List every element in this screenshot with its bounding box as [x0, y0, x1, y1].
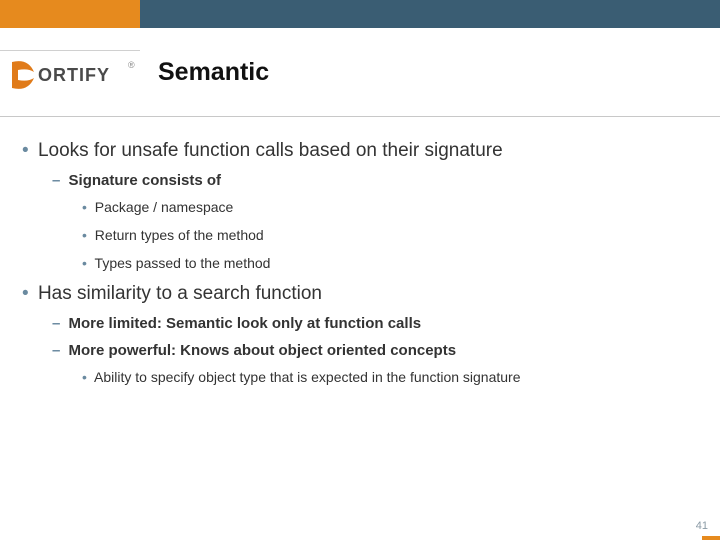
bullet-text: Signature consists of: [69, 172, 222, 189]
bullet-text: Types passed to the method: [95, 255, 271, 271]
bullet-level2: – More limited: Semantic look only at fu…: [52, 315, 698, 332]
page-number: 41: [696, 520, 708, 532]
bullet-text: Return types of the method: [95, 227, 264, 243]
bullet-level1: • Has similarity to a search function: [22, 283, 698, 305]
bottom-accent: [702, 536, 720, 540]
top-stripe-orange: [0, 0, 140, 14]
header-divider: [0, 116, 720, 117]
svg-text:®: ®: [128, 60, 135, 70]
bullet-level3: • Types passed to the method: [82, 255, 698, 271]
bullet-level2: – More powerful: Knows about object orie…: [52, 342, 698, 359]
bullet-text: Package / namespace: [95, 199, 234, 215]
orange-bar: [0, 14, 140, 28]
bullet-level1: • Looks for unsafe function calls based …: [22, 140, 698, 162]
svg-text:ORTIFY: ORTIFY: [38, 65, 110, 85]
fortify-logo: ORTIFY ®: [8, 54, 138, 96]
bullet-text: More powerful: Knows about object orient…: [69, 342, 457, 359]
bullet-text: More limited: Semantic look only at func…: [69, 315, 422, 332]
bullet-level2: – Signature consists of: [52, 172, 698, 189]
slide-title: Semantic: [158, 58, 269, 87]
top-stripe-blue: [140, 0, 720, 28]
logo-divider: [0, 50, 140, 51]
bullet-text: Looks for unsafe function calls based on…: [38, 140, 503, 161]
bullet-level3: • Return types of the method: [82, 227, 698, 243]
slide: ORTIFY ® Semantic • Looks for unsafe fun…: [0, 0, 720, 540]
bullet-level3: • Ability to specify object type that is…: [82, 369, 698, 385]
bullet-text: Has similarity to a search function: [38, 283, 322, 304]
content-area: • Looks for unsafe function calls based …: [22, 140, 698, 397]
bullet-level3: • Package / namespace: [82, 199, 698, 215]
bullet-text: Ability to specify object type that is e…: [94, 369, 520, 385]
